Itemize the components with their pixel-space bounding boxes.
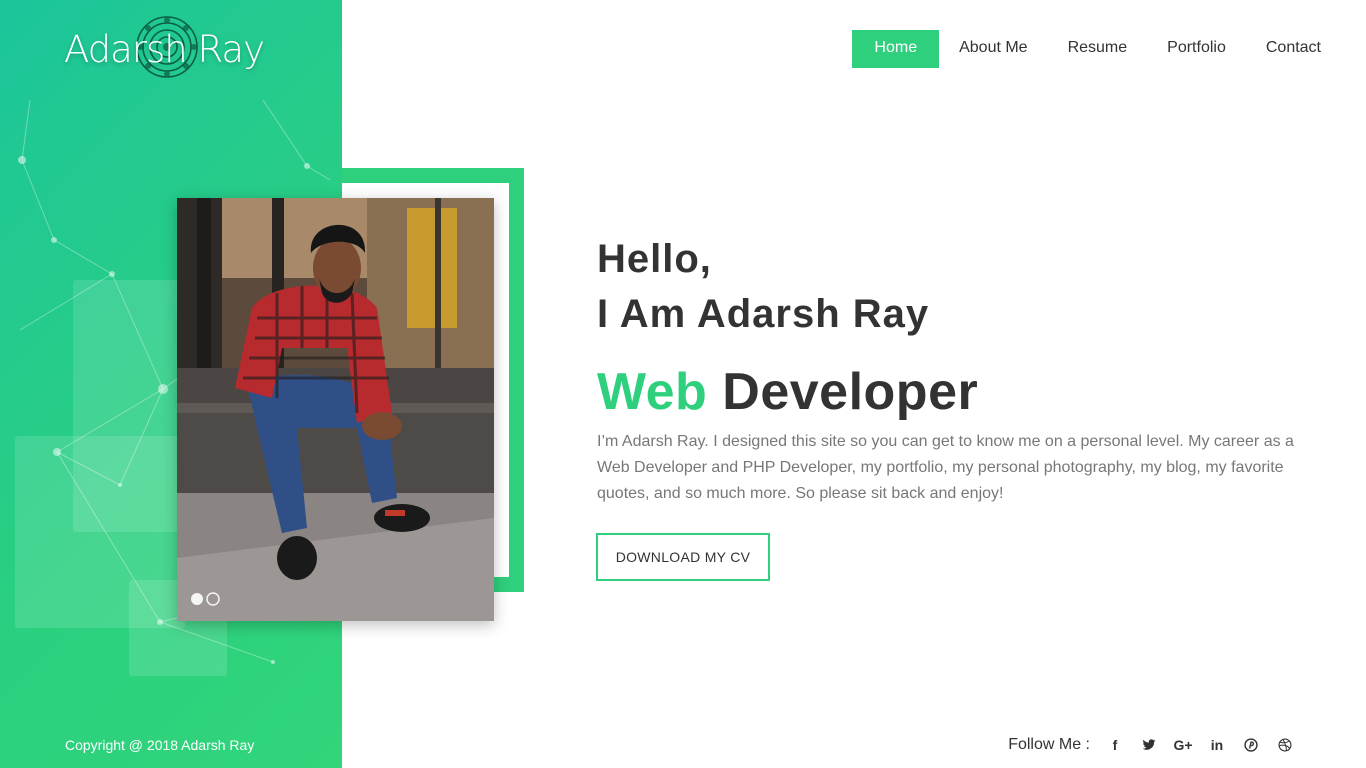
twitter-icon[interactable] <box>1132 733 1166 757</box>
google-plus-icon[interactable]: G+ <box>1166 733 1200 757</box>
follow-me-label: Follow Me : <box>1008 736 1090 753</box>
nav-item-home[interactable]: Home <box>852 30 940 68</box>
profile-photo <box>177 198 494 621</box>
copyright-text: Copyright @ 2018 Adarsh Ray <box>65 737 255 753</box>
follow-me-bar: Follow Me : f G+ in <box>1008 733 1302 757</box>
nav-item-contact[interactable]: Contact <box>1266 30 1321 68</box>
intro-section: Hello, I Am Adarsh Ray Web Developer I’m… <box>597 232 1317 507</box>
role-rest: Developer <box>722 363 979 421</box>
site-logo[interactable]: Adarsh Ray <box>64 16 265 84</box>
pinterest-icon[interactable] <box>1234 733 1268 757</box>
bio-text: I’m Adarsh Ray. I designed this site so … <box>597 433 1294 502</box>
page: Adarsh Ray Copyright @ 2018 Adarsh Ray H… <box>0 0 1366 768</box>
nav-item-about-me[interactable]: About Me <box>959 30 1027 68</box>
linkedin-icon[interactable]: in <box>1200 733 1234 757</box>
role-title: Web Developer <box>597 365 1317 419</box>
greeting-line-1: Hello, <box>597 237 712 281</box>
dribbble-icon[interactable] <box>1268 733 1302 757</box>
nav-item-resume[interactable]: Resume <box>1068 30 1128 68</box>
profile-photo-illustration <box>177 198 494 621</box>
download-cv-button[interactable]: DOWNLOAD MY CV <box>596 533 770 581</box>
role-accent: Web <box>597 363 708 421</box>
main-nav: Home About Me Resume Portfolio Contact <box>852 30 1321 68</box>
nav-item-portfolio[interactable]: Portfolio <box>1167 30 1226 68</box>
greeting-line-2: I Am Adarsh Ray <box>597 292 930 336</box>
facebook-icon[interactable]: f <box>1098 733 1132 757</box>
logo-text: Adarsh Ray <box>64 28 265 71</box>
